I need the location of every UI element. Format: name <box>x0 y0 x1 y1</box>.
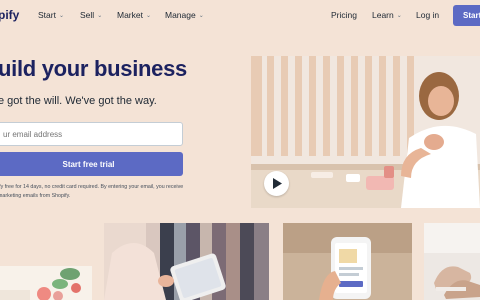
shoes-thumbnail[interactable] <box>424 223 480 300</box>
email-input[interactable] <box>0 122 183 146</box>
play-icon <box>272 178 282 189</box>
nav-market[interactable]: Market ⌄ <box>117 10 151 20</box>
mobile-store-thumbnail[interactable] <box>283 223 412 300</box>
mobile-store-illustration <box>283 223 412 300</box>
nav-start[interactable]: Start ⌄ <box>38 10 64 20</box>
nav-pricing[interactable]: Pricing <box>331 10 357 20</box>
chevron-down-icon: ⌄ <box>58 12 64 19</box>
nav-manage-label: Manage <box>165 10 196 20</box>
chevron-down-icon: ⌄ <box>145 12 152 19</box>
nav-sell[interactable]: Sell ⌄ <box>80 10 102 20</box>
nav-sell-label: Sell <box>80 10 95 20</box>
nav-login[interactable]: Log in <box>416 10 439 20</box>
chevron-down-icon: ⌄ <box>396 12 402 19</box>
start-free-trial-button[interactable]: Start free trial <box>0 152 183 176</box>
start-free-trial-nav-button[interactable]: Start <box>453 5 480 26</box>
nav-market-label: Market <box>117 10 143 20</box>
flowers-thumbnail[interactable] <box>0 266 92 300</box>
shopify-logo[interactable]: pify <box>0 8 19 22</box>
hero-subtitle: e got the will. We've got the way. <box>0 95 157 107</box>
nav-learn[interactable]: Learn ⌄ <box>372 10 402 20</box>
play-video-button[interactable] <box>264 171 289 196</box>
chevron-down-icon: ⌄ <box>198 12 204 19</box>
nav-start-label: Start <box>38 10 56 20</box>
legal-fine-print: ify free for 14 days, no credit card req… <box>0 184 184 199</box>
top-navigation: pify Start ⌄ Sell ⌄ Market ⌄ Manage ⌄ Pr… <box>0 0 480 32</box>
shoes-illustration <box>424 223 480 300</box>
hero-title: uild your business <box>0 56 187 81</box>
boutique-illustration <box>104 223 269 300</box>
nav-learn-label: Learn <box>372 10 394 20</box>
flowers-illustration <box>0 266 92 300</box>
nav-manage[interactable]: Manage ⌄ <box>165 10 204 20</box>
chevron-down-icon: ⌄ <box>97 12 103 19</box>
clothing-boutique-thumbnail[interactable] <box>104 223 269 300</box>
